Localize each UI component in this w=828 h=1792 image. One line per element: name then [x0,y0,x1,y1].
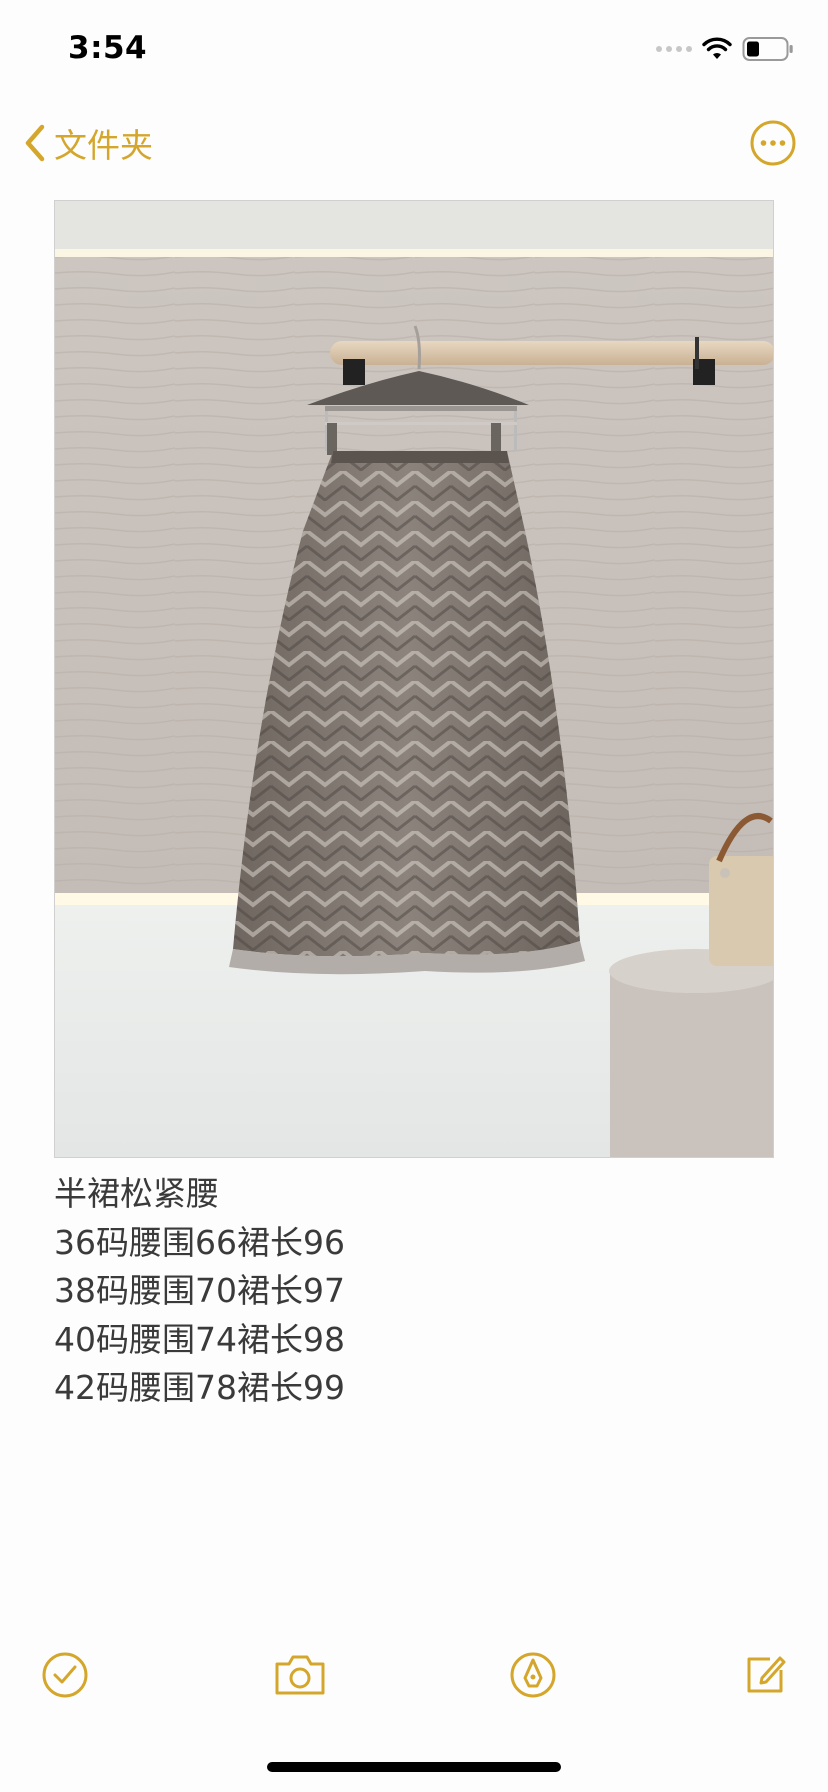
more-button[interactable] [748,118,798,168]
note-line: 40码腰围74裙长98 [54,1319,345,1359]
status-indicators [656,34,794,64]
note-line: 42码腰围78裙长99 [54,1368,345,1407]
compose-icon [747,1656,786,1693]
camera-icon [275,1655,325,1695]
checklist-button[interactable] [40,1650,90,1700]
note-line: 36码腰围66裙长96 [54,1222,345,1262]
note-line: 38码腰围70裙长97 [54,1271,345,1310]
camera-button[interactable] [272,1650,328,1700]
back-button[interactable]: 文件夹 [22,118,153,168]
checkmark-circle-icon [42,1652,88,1698]
note-line: 半裙松紧腰 [54,1174,219,1213]
battery-icon [742,37,793,61]
markup-button[interactable] [508,1650,558,1700]
cellular-signal-icon [656,46,692,52]
status-time: 3:54 [68,30,148,66]
note-image[interactable] [54,200,774,1158]
nav-bar: 文件夹 [0,100,828,180]
skirt-photo [55,201,773,1157]
pen-tip-circle-icon [510,1652,556,1698]
note-body[interactable]: 半裙松紧腰 36码腰围66裙长96 38码腰围70裙长97 40码腰围74裙长9… [54,1170,774,1413]
wifi-icon [702,37,732,59]
ellipsis-circle-icon [750,120,796,166]
bottom-toolbar [0,1650,828,1710]
compose-button[interactable] [740,1650,790,1700]
home-indicator[interactable] [267,1762,561,1772]
status-bar: 3:54 [0,0,828,96]
chevron-left-icon [25,124,45,162]
back-label: 文件夹 [54,126,153,165]
